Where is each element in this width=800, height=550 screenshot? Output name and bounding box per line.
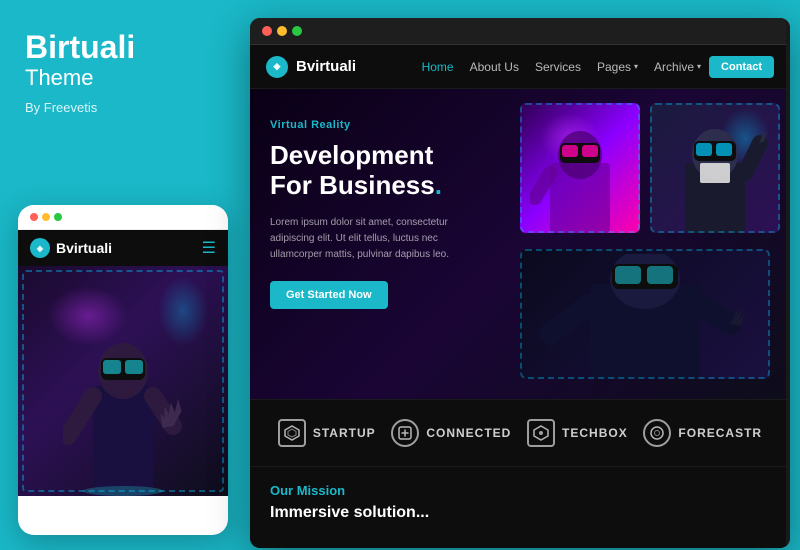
- brand-techbox-label: TECHBOX: [562, 426, 628, 440]
- by-line: By Freevetis: [25, 100, 215, 115]
- nav-logo-text: Bvirtuali: [296, 58, 356, 75]
- mobile-dots: [30, 213, 62, 221]
- brand-startup-label: STARTUP: [313, 426, 376, 440]
- nav-link-about[interactable]: About Us: [470, 60, 519, 74]
- mobile-logo-icon: ◈: [30, 238, 50, 258]
- browser-chrome: [250, 18, 790, 45]
- hero-image-top-right: [650, 103, 780, 233]
- hero-desc: Lorem ipsum dolor sit amet, consectetur …: [270, 215, 490, 263]
- hero-title-line1: Development: [270, 140, 433, 170]
- mission-tag: Our Mission: [270, 483, 770, 498]
- vr-person-svg-2: [660, 108, 770, 233]
- nav-logo-icon: ◈: [266, 56, 288, 78]
- contact-button[interactable]: Contact: [709, 56, 774, 78]
- nav-link-home[interactable]: Home: [422, 60, 454, 74]
- nav-links: Home About Us Services Pages ▾ Archive ▾: [422, 60, 701, 74]
- hero-dot: .: [435, 170, 442, 200]
- hero-images: [510, 89, 790, 399]
- brand-forecastr: forecastr: [643, 419, 762, 447]
- mobile-dot-red: [30, 213, 38, 221]
- startup-icon: [278, 419, 306, 447]
- mobile-logo-text: Bvirtuali: [56, 240, 112, 256]
- hero-title-line2: For Business: [270, 170, 435, 200]
- mission-title: Immersive solution...: [270, 504, 770, 522]
- nav-link-pages[interactable]: Pages ▾: [597, 60, 638, 74]
- brand-title: Birtuali: [25, 30, 215, 65]
- mobile-hero: [18, 266, 228, 496]
- browser-dot-green[interactable]: [292, 26, 302, 36]
- hero-image-bottom: [520, 249, 770, 379]
- right-panel: ◈ Bvirtuali Home About Us Services Pages…: [250, 18, 790, 548]
- brand-techbox: TECHBOX: [527, 419, 628, 447]
- mobile-dot-yellow: [42, 213, 50, 221]
- hero-section: Virtual Reality Development For Business…: [250, 89, 790, 399]
- get-started-button[interactable]: Get Started Now: [270, 281, 388, 309]
- mobile-nav: ◈ Bvirtuali ☰: [18, 230, 228, 266]
- vr-person-svg-3: [530, 254, 760, 379]
- mobile-dot-green: [54, 213, 62, 221]
- vr-person-svg-1: [530, 113, 630, 233]
- left-panel: Birtuali Theme By Freevetis ◈ Bvirtuali …: [0, 0, 240, 550]
- hero-content: Virtual Reality Development For Business…: [250, 89, 510, 399]
- browser-dot-red[interactable]: [262, 26, 272, 36]
- person-svg: [63, 296, 183, 496]
- connected-icon: [391, 419, 419, 447]
- nav-link-services[interactable]: Services: [535, 60, 581, 74]
- mobile-logo: ◈ Bvirtuali: [30, 238, 112, 258]
- brand-connected-label: CONNECTED: [426, 426, 511, 440]
- mobile-mockup: ◈ Bvirtuali ☰: [18, 205, 228, 535]
- brands-bar: STARTUP CONNECTED TECHBOX: [250, 399, 790, 467]
- hero-tag: Virtual Reality: [270, 119, 490, 131]
- hamburger-icon[interactable]: ☰: [202, 238, 216, 258]
- hero-image-top-left: [520, 103, 640, 233]
- navbar: ◈ Bvirtuali Home About Us Services Pages…: [250, 45, 790, 89]
- brand-sub: Theme: [25, 65, 215, 91]
- techbox-icon: [527, 419, 555, 447]
- browser-dot-yellow[interactable]: [277, 26, 287, 36]
- brand-startup: STARTUP: [278, 419, 376, 447]
- hero-title: Development For Business.: [270, 141, 490, 201]
- forecastr-icon: [643, 419, 671, 447]
- mission-section: Our Mission Immersive solution...: [250, 467, 790, 547]
- mobile-top-bar: [18, 205, 228, 230]
- nav-logo: ◈ Bvirtuali: [266, 56, 356, 78]
- brand-connected: CONNECTED: [391, 419, 511, 447]
- chevron-down-icon: ▾: [634, 62, 638, 71]
- chevron-down-icon-2: ▾: [697, 62, 701, 71]
- browser-dots: [262, 26, 302, 36]
- nav-link-archive[interactable]: Archive ▾: [654, 60, 701, 74]
- brand-forecastr-label: forecastr: [678, 426, 762, 440]
